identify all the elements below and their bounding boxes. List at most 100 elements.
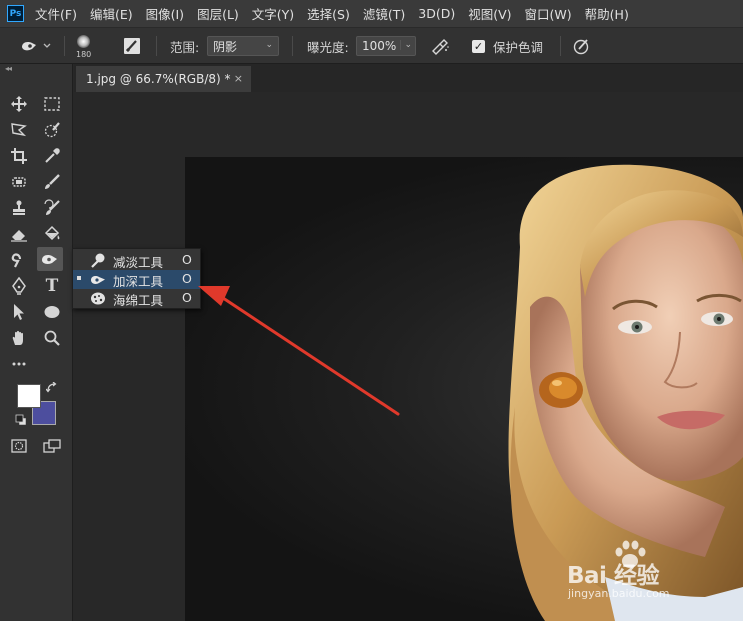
document-tab[interactable]: 1.jpg @ 66.7%(RGB/8) * × (76, 66, 251, 92)
ellipse-icon (44, 306, 60, 318)
hand-icon (12, 330, 23, 345)
paint-bucket-icon (44, 225, 60, 241)
shortcut-key: O (182, 271, 192, 286)
rectangular-marquee-icon (44, 97, 60, 111)
brush-tip-icon (77, 35, 91, 48)
pen-icon (12, 277, 26, 295)
type-tool[interactable]: T (39, 274, 65, 298)
tool-preset-picker[interactable] (20, 28, 52, 64)
flyout-item-label: 海绵工具 (113, 293, 164, 308)
range-select-value: 阴影 (213, 39, 238, 54)
exposure-value: 100% (362, 39, 397, 53)
protect-tones-label: 保护色调 (493, 39, 544, 55)
lasso-tool[interactable] (6, 118, 32, 142)
spot-healing-icon (12, 177, 26, 187)
burn-icon (42, 255, 57, 264)
history-brush-tool[interactable] (39, 196, 65, 220)
smudge-tool[interactable] (6, 248, 32, 272)
tool-flyout-menu: 减淡工具 O 加深工具 O 海绵工具 O (72, 248, 201, 309)
brush-preset-picker[interactable]: 180 (76, 28, 91, 64)
flyout-item-burn[interactable]: 加深工具 O (73, 270, 200, 289)
eyedropper-icon (45, 148, 60, 163)
exposure-input[interactable]: 100% ⌄ (356, 36, 416, 56)
document-tab-bar: 1.jpg @ 66.7%(RGB/8) * × (74, 64, 743, 92)
edit-toolbar-button[interactable] (6, 352, 32, 376)
paint-bucket-tool[interactable] (39, 222, 65, 246)
airbrush-button[interactable] (430, 28, 450, 64)
arrow-pointer-icon (14, 304, 24, 320)
pressure-size-button[interactable] (573, 28, 591, 64)
smudge-icon (11, 253, 22, 268)
pen-tool[interactable] (6, 274, 32, 298)
eraser-tool[interactable] (6, 222, 32, 246)
polygonal-lasso-icon (11, 123, 27, 137)
burn-tool[interactable] (37, 247, 63, 271)
selected-bullet-icon (77, 276, 81, 280)
brush-settings-button[interactable] (123, 28, 141, 64)
screen-mode-icon (43, 439, 61, 453)
protect-tones-checkbox[interactable]: ✓ (472, 28, 485, 64)
move-icon (11, 96, 27, 112)
brush-icon (45, 174, 60, 189)
flyout-item-sponge[interactable]: 海绵工具 O (73, 289, 200, 308)
crop-icon (11, 148, 27, 164)
eraser-icon (11, 230, 27, 242)
menu-image[interactable]: 图像(I) (146, 4, 184, 23)
menu-3d[interactable]: 3D(D) (418, 6, 455, 21)
exposure-label: 曝光度: (307, 39, 349, 55)
checkbox-checked[interactable]: ✓ (472, 39, 485, 53)
move-tool[interactable] (6, 92, 32, 116)
stamp-icon (13, 200, 25, 215)
baidu-jingyan-watermark: Bai 经验 jingyan.baidu.com (567, 540, 737, 608)
menu-select[interactable]: 选择(S) (307, 4, 350, 23)
flyout-item-dodge[interactable]: 减淡工具 O (73, 251, 200, 270)
brush-tool[interactable] (39, 170, 65, 194)
crop-tool[interactable] (6, 144, 32, 168)
healing-brush-tool[interactable] (6, 170, 32, 194)
brush-size-value: 180 (76, 50, 92, 59)
menu-view[interactable]: 视图(V) (468, 4, 511, 23)
menu-layer[interactable]: 图层(L) (197, 4, 239, 23)
magnifier-icon (44, 330, 60, 346)
quick-mask-icon (11, 439, 27, 453)
burn-icon (91, 276, 105, 284)
foreground-color-swatch[interactable] (17, 384, 41, 408)
menu-filter[interactable]: 滤镜(T) (363, 4, 405, 23)
quick-mask-button[interactable] (6, 434, 32, 458)
path-selection-tool[interactable] (6, 300, 32, 324)
panel-collapse-icon[interactable]: ◂◂ (0, 64, 72, 76)
menu-help[interactable]: 帮助(H) (585, 4, 629, 23)
default-colors-icon[interactable] (15, 414, 27, 426)
menu-file[interactable]: 文件(F) (35, 4, 77, 23)
sponge-icon (91, 292, 105, 305)
pressure-icon (573, 39, 589, 55)
range-select[interactable]: 阴影 ⌄ (207, 36, 279, 56)
clone-stamp-tool[interactable] (6, 196, 32, 220)
photoshop-logo[interactable]: Ps (7, 5, 24, 22)
menu-type[interactable]: 文字(Y) (252, 4, 294, 23)
more-dots-icon (12, 362, 26, 366)
menu-bar: Ps 文件(F) 编辑(E) 图像(I) 图层(L) 文字(Y) 选择(S) 滤… (0, 0, 743, 27)
zoom-tool[interactable] (39, 326, 65, 350)
ellipse-tool[interactable] (39, 300, 65, 324)
menu-window[interactable]: 窗口(W) (525, 4, 572, 23)
marquee-tool[interactable] (39, 92, 65, 116)
range-label: 范围: (170, 39, 200, 55)
quick-selection-tool[interactable] (39, 118, 65, 142)
close-icon[interactable]: × (234, 72, 243, 85)
hand-tool[interactable] (6, 326, 32, 350)
burn-icon (22, 42, 51, 51)
screen-mode-button[interactable] (39, 434, 65, 458)
shortcut-key: O (182, 290, 192, 305)
watermark-url: jingyan.baidu.com (568, 587, 670, 600)
flyout-item-label: 减淡工具 (113, 255, 164, 270)
swap-colors-icon[interactable] (46, 382, 58, 394)
dodge-icon (91, 253, 105, 268)
shortcut-key: O (182, 252, 192, 267)
airbrush-icon (432, 39, 449, 55)
history-brush-icon (44, 199, 60, 215)
eyedropper-tool[interactable] (39, 144, 65, 168)
chevron-down-icon: ⌄ (400, 40, 412, 50)
brush-panel-icon (124, 38, 140, 54)
menu-edit[interactable]: 编辑(E) (90, 4, 133, 23)
